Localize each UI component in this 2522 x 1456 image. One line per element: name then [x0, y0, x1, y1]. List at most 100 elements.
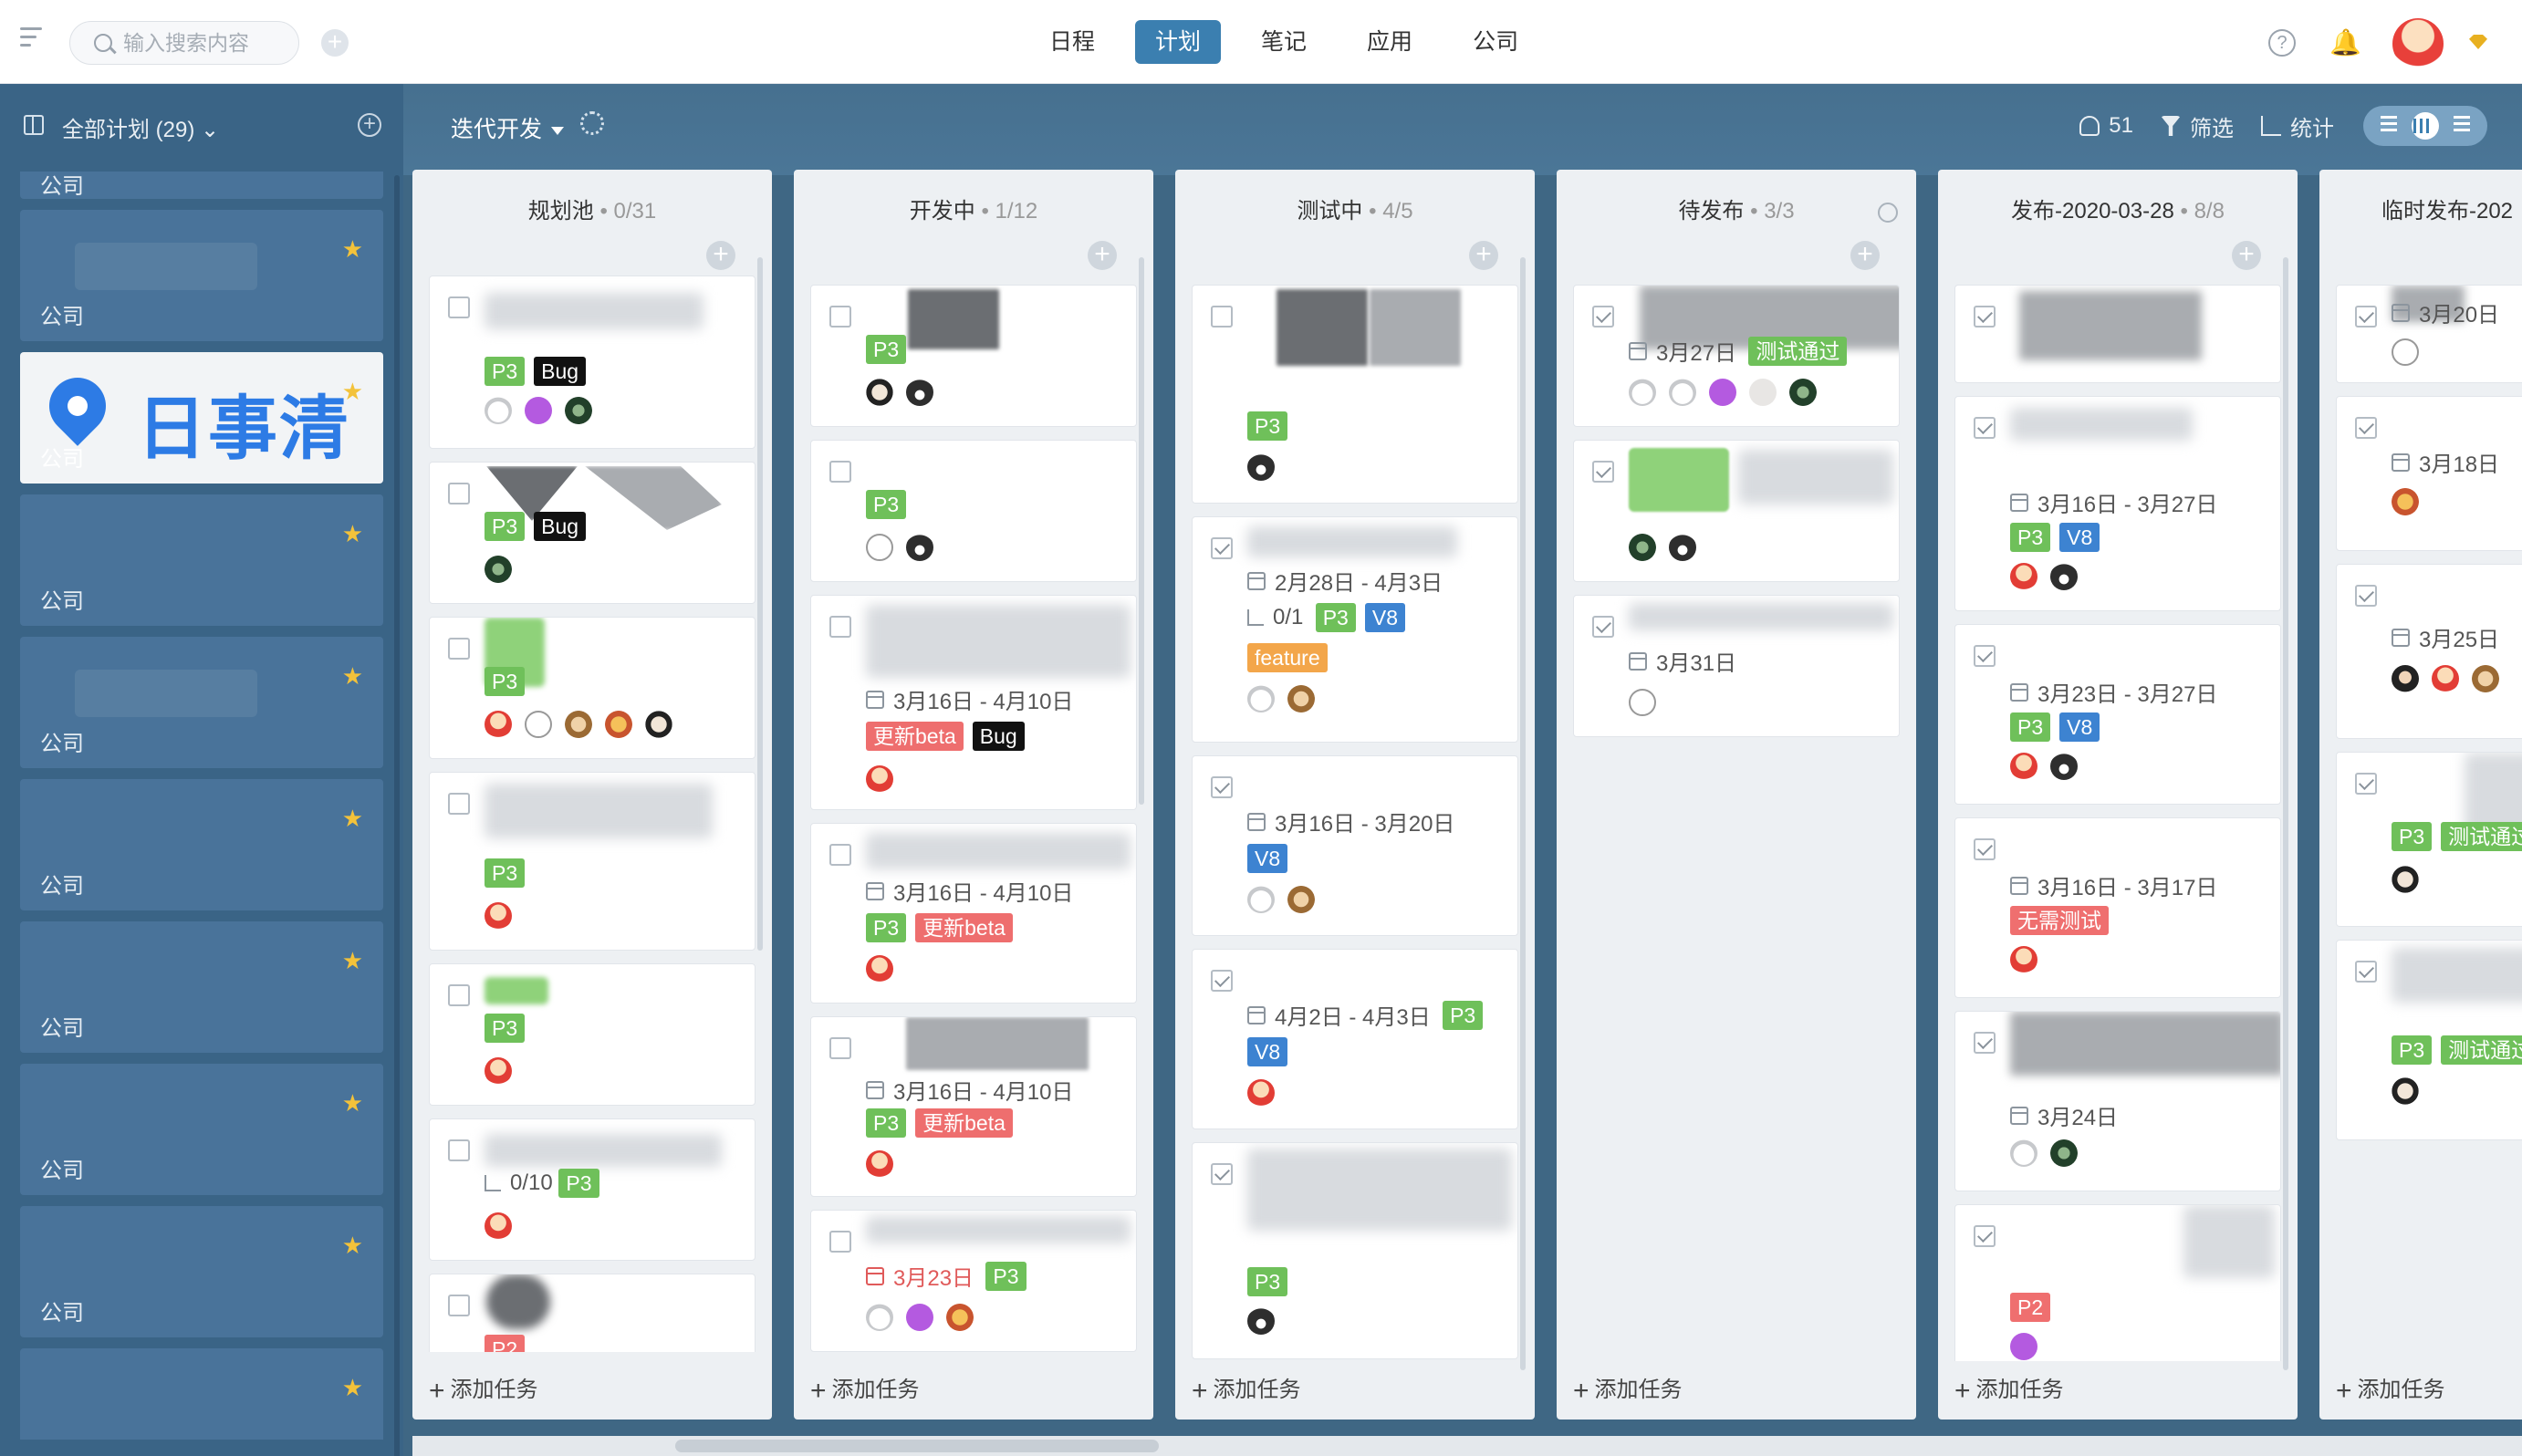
task-card[interactable]: [1954, 285, 2281, 383]
plan-card[interactable]: 公司: [20, 172, 383, 199]
task-checkbox[interactable]: [829, 844, 851, 866]
task-card[interactable]: P2: [1954, 1204, 2281, 1361]
task-card[interactable]: 3月16日 - 4月10日 更新beta Bug: [810, 595, 1137, 810]
help-icon[interactable]: ?: [2268, 29, 2296, 57]
add-task-button[interactable]: + 添加任务: [429, 1371, 538, 1407]
sidebar-scrollbar[interactable]: [394, 175, 400, 1456]
add-task-icon[interactable]: +: [2232, 241, 2261, 270]
task-card[interactable]: 3月18日: [2336, 396, 2522, 551]
scrollbar-thumb[interactable]: [675, 1440, 1159, 1452]
task-checkbox[interactable]: [1974, 645, 1996, 667]
task-card[interactable]: 4月2日 - 4月3日 P3 V8: [1192, 949, 1518, 1129]
nav-apps[interactable]: 应用: [1347, 20, 1433, 64]
task-checkbox[interactable]: [1211, 970, 1233, 992]
add-task-icon[interactable]: +: [1088, 241, 1117, 270]
task-card[interactable]: P2: [429, 1274, 756, 1352]
nav-company[interactable]: 公司: [1453, 20, 1538, 64]
search-input[interactable]: [123, 29, 287, 57]
members-button[interactable]: 51: [2079, 113, 2133, 139]
plan-card[interactable]: ★ 公司: [20, 779, 383, 910]
task-checkbox[interactable]: [2355, 417, 2377, 439]
task-checkbox[interactable]: [1211, 306, 1233, 328]
plan-card[interactable]: ★ 公司: [20, 210, 383, 341]
task-checkbox[interactable]: [448, 1295, 470, 1316]
star-icon[interactable]: ★: [342, 662, 363, 691]
task-checkbox[interactable]: [1974, 417, 1996, 439]
add-task-icon[interactable]: +: [1469, 241, 1498, 270]
task-card[interactable]: P3: [429, 772, 756, 951]
star-icon[interactable]: ★: [342, 805, 363, 833]
task-checkbox[interactable]: [1592, 461, 1614, 483]
task-card[interactable]: P3 测试通过: [2336, 940, 2522, 1140]
task-card[interactable]: 3月20日: [2336, 285, 2522, 383]
task-checkbox[interactable]: [1592, 306, 1614, 328]
task-checkbox[interactable]: [448, 984, 470, 1006]
task-checkbox[interactable]: [829, 616, 851, 638]
task-card[interactable]: 3月24日: [1954, 1011, 2281, 1191]
task-checkbox[interactable]: [2355, 961, 2377, 983]
task-checkbox[interactable]: [1211, 537, 1233, 559]
task-checkbox[interactable]: [829, 461, 851, 483]
star-icon[interactable]: ★: [342, 1232, 363, 1260]
task-checkbox[interactable]: [448, 638, 470, 660]
task-checkbox[interactable]: [1211, 1163, 1233, 1185]
plan-card[interactable]: ★ 公司: [20, 637, 383, 768]
plan-card[interactable]: ★ 公司: [20, 1064, 383, 1195]
add-task-icon[interactable]: +: [1850, 241, 1880, 270]
iteration-dropdown[interactable]: 迭代开发: [451, 111, 565, 144]
task-checkbox[interactable]: [1974, 1225, 1996, 1247]
task-checkbox[interactable]: [2355, 306, 2377, 328]
plan-card[interactable]: ★ 公司: [20, 1206, 383, 1337]
star-icon[interactable]: ★: [342, 947, 363, 975]
all-plans-dropdown[interactable]: 全部计划 (29) ⌄: [62, 111, 219, 143]
view-switch[interactable]: [2363, 106, 2487, 146]
task-card[interactable]: P3: [810, 285, 1137, 427]
task-checkbox[interactable]: [829, 1231, 851, 1253]
gear-icon[interactable]: [580, 111, 604, 135]
task-checkbox[interactable]: [448, 1139, 470, 1161]
task-checkbox[interactable]: [829, 1037, 851, 1059]
filter-button[interactable]: 筛选: [2161, 110, 2234, 142]
task-card[interactable]: 3月16日 - 3月20日 V8: [1192, 755, 1518, 936]
star-icon[interactable]: ★: [342, 378, 363, 406]
plan-card[interactable]: ★ 公司: [20, 921, 383, 1053]
star-icon[interactable]: ★: [342, 520, 363, 548]
user-avatar[interactable]: [2392, 18, 2444, 69]
task-card[interactable]: 3月16日 - 4月10日 P3 更新beta: [810, 823, 1137, 1004]
task-card[interactable]: P3: [429, 617, 756, 759]
vip-gem-icon[interactable]: [2469, 35, 2487, 49]
task-card[interactable]: P3: [1192, 285, 1518, 504]
task-card[interactable]: 3月16日 - 4月10日 P3 更新beta: [810, 1016, 1137, 1197]
board-horizontal-scrollbar[interactable]: [412, 1436, 2522, 1456]
task-checkbox[interactable]: [1211, 776, 1233, 798]
plan-card[interactable]: ★ 公司: [20, 494, 383, 626]
task-checkbox[interactable]: [448, 793, 470, 815]
add-task-button[interactable]: + 添加任务: [1192, 1371, 1301, 1407]
nav-notes[interactable]: 笔记: [1241, 20, 1327, 64]
stats-button[interactable]: 统计: [2261, 110, 2334, 142]
task-checkbox[interactable]: [448, 483, 470, 504]
add-icon[interactable]: +: [321, 29, 349, 57]
star-icon[interactable]: ★: [342, 1089, 363, 1118]
task-card[interactable]: P3 Bug: [429, 462, 756, 604]
add-task-button[interactable]: + 添加任务: [810, 1371, 920, 1407]
task-checkbox[interactable]: [1974, 306, 1996, 328]
task-checkbox[interactable]: [1592, 616, 1614, 638]
add-task-button[interactable]: + 添加任务: [1573, 1371, 1683, 1407]
task-checkbox[interactable]: [448, 296, 470, 318]
menu-icon[interactable]: [20, 27, 47, 55]
gantt-view-icon[interactable]: [2375, 112, 2402, 140]
task-card[interactable]: 3月16日 - 3月17日 无需测试: [1954, 817, 2281, 998]
task-checkbox[interactable]: [1974, 838, 1996, 860]
add-task-button[interactable]: + 添加任务: [2336, 1371, 2445, 1407]
task-card[interactable]: 3月31日: [1573, 595, 1900, 737]
task-checkbox[interactable]: [2355, 773, 2377, 795]
kanban-view-icon[interactable]: [2412, 112, 2439, 140]
task-card[interactable]: 2月28日 - 4月3日 0/1 P3 V8 feature: [1192, 516, 1518, 743]
task-checkbox[interactable]: [2355, 585, 2377, 607]
task-card[interactable]: 3月25日: [2336, 564, 2522, 739]
task-card[interactable]: P3 Bug: [429, 276, 756, 449]
task-card[interactable]: P3: [810, 440, 1137, 582]
task-card[interactable]: P3 测试通过: [2336, 752, 2522, 927]
nav-schedule[interactable]: 日程: [1029, 20, 1115, 64]
